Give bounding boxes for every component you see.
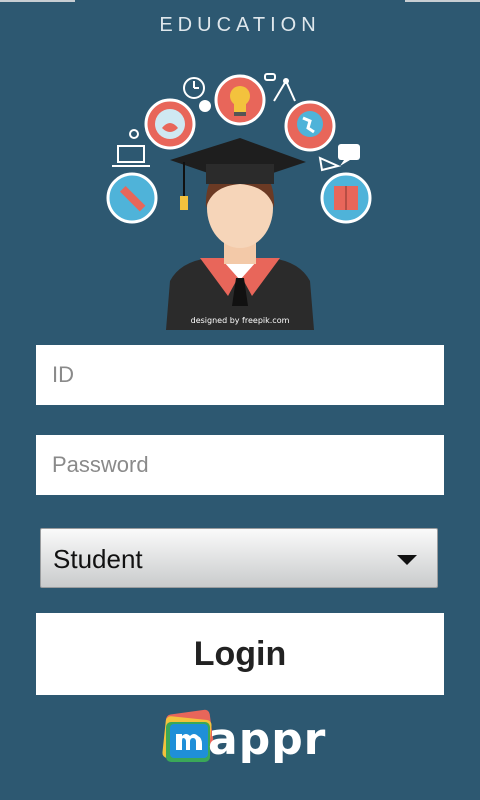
globe-icon [284, 100, 336, 152]
app-title: EDUCATION [159, 14, 321, 36]
graduate-illustration [106, 73, 372, 330]
status-bar-right [405, 0, 480, 2]
logo-text: appr [208, 714, 327, 765]
pencil-icon [106, 172, 158, 224]
mappr-logo: appr [160, 708, 325, 772]
graduate-figure [166, 164, 314, 330]
login-button[interactable]: Login [36, 613, 444, 695]
laptop-icon [112, 129, 150, 167]
status-bar-left [0, 0, 75, 2]
hero-illustration: designed by freepik.com [100, 66, 380, 334]
speech-bubble-icon [318, 144, 360, 172]
flask-icon [144, 98, 196, 150]
book-icon [320, 172, 372, 224]
role-select[interactable]: Student [40, 528, 438, 588]
id-input[interactable] [36, 345, 444, 405]
chevron-down-icon [397, 555, 417, 565]
role-select-value: Student [53, 544, 143, 574]
password-input[interactable] [36, 435, 444, 495]
illustration-credit: designed by freepik.com [190, 316, 290, 325]
compass-icon [264, 73, 296, 102]
lightbulb-icon [214, 74, 266, 126]
